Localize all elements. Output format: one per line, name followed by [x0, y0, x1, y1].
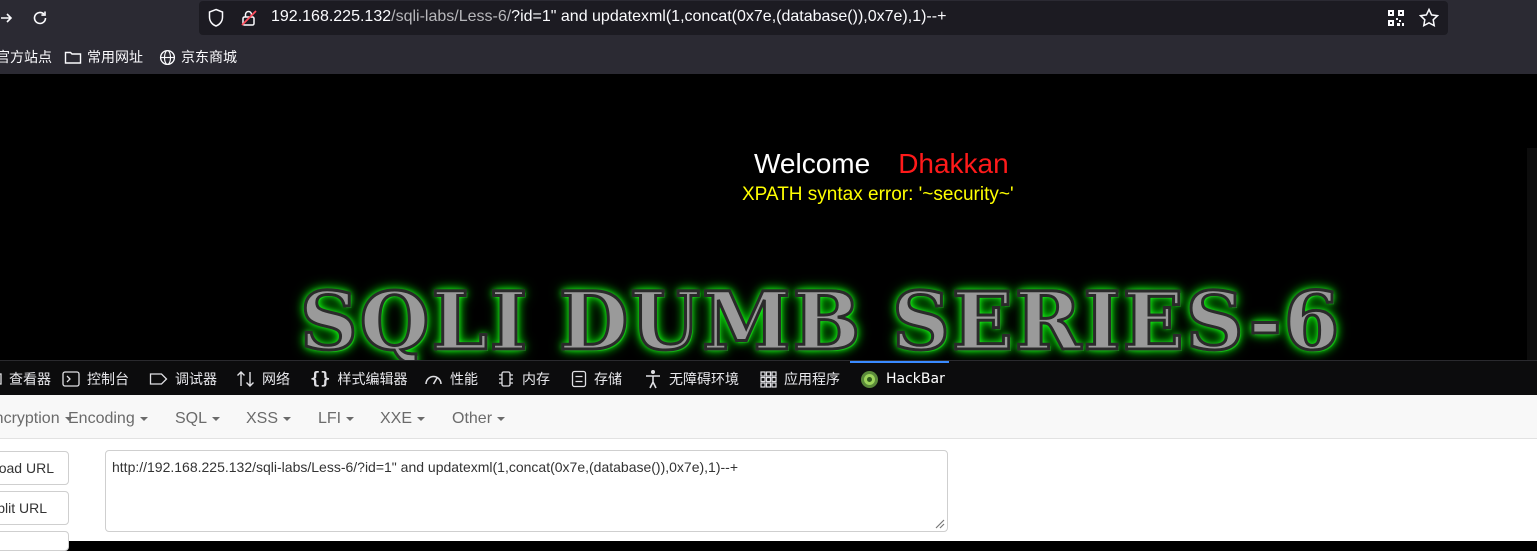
url-path: /sqli-labs/Less-6/ [391, 8, 512, 25]
menu-other[interactable]: Other [452, 410, 506, 428]
hackbar-icon [860, 370, 879, 389]
menu-label: LFI [318, 410, 342, 427]
load-url-button[interactable]: Load URL [0, 451, 69, 485]
series-banner: SQLI DUMB SERIES-6 [298, 273, 1342, 361]
caret-down-icon [212, 416, 221, 421]
memory-icon [497, 370, 515, 388]
welcome-name: Dhakkan [898, 148, 1009, 179]
tab-label: 样式编辑器 [337, 372, 408, 388]
welcome-text: Welcome [754, 148, 871, 179]
caret-down-icon [497, 416, 506, 421]
button-label: Load URL [0, 460, 54, 476]
bookmark-common-urls[interactable]: 常用网址 [64, 47, 143, 67]
menu-xss[interactable]: XSS [246, 410, 292, 428]
folder-icon [64, 51, 82, 64]
bookmark-label: 常用网址 [87, 50, 143, 66]
tab-style-editor[interactable]: {} 样式编辑器 [310, 369, 407, 389]
page-scrollbar[interactable] [1527, 148, 1537, 360]
menu-encryption[interactable]: Encryption [0, 410, 73, 428]
network-icon [236, 370, 255, 388]
braces-icon: {} [310, 369, 331, 389]
qr-code-icon[interactable] [1387, 9, 1405, 32]
welcome-heading: Welcome Dhakkan [754, 148, 1009, 180]
tab-label: 性能 [450, 372, 478, 388]
tab-network[interactable]: 网络 [236, 369, 290, 389]
caret-down-icon [346, 416, 355, 421]
url-text[interactable]: 192.168.225.132/sqli-labs/Less-6/?id=1" … [271, 8, 946, 26]
tab-label: 应用程序 [784, 372, 840, 388]
page-content: Welcome Dhakkan XPATH syntax error: '~sec… [0, 74, 1537, 360]
tab-label: 查看器 [9, 372, 51, 388]
caret-down-icon [417, 416, 426, 421]
forward-icon[interactable] [0, 4, 20, 32]
tab-label: 存储 [594, 372, 622, 388]
menu-label: Encryption [0, 410, 60, 427]
url-host: 192.168.225.132 [271, 8, 392, 25]
caret-down-icon [283, 416, 292, 421]
menu-label: XSS [246, 410, 279, 427]
menu-label: XXE [380, 410, 413, 427]
resize-grip-icon[interactable] [933, 517, 945, 529]
url-query: ?id=1" and updatexml(1,concat(0x7e,(data… [511, 8, 947, 25]
split-url-button[interactable]: Split URL [0, 491, 69, 525]
tab-label: HackBar [886, 371, 945, 387]
tab-memory[interactable]: 内存 [497, 369, 550, 389]
globe-icon [159, 49, 176, 65]
menu-label: Encoding [68, 410, 135, 427]
tab-performance[interactable]: 性能 [424, 369, 478, 389]
tab-label: 内存 [522, 372, 550, 388]
url-textarea-value: http://192.168.225.132/sqli-labs/Less-6/… [112, 459, 739, 475]
bookmark-label: 官方站点 [0, 50, 52, 66]
devtools-tabbar: 查看器 控制台 调试器 网络 {} 样式编辑器 性能 内存 存储 无障碍环境 应… [0, 360, 1537, 396]
caret-down-icon [139, 416, 148, 421]
gauge-icon [424, 371, 443, 387]
active-tab-indicator [850, 361, 949, 363]
menu-lfi[interactable]: LFI [318, 410, 355, 428]
inspector-icon [0, 372, 2, 386]
tab-label: 控制台 [87, 372, 129, 388]
execute-button[interactable] [0, 531, 69, 551]
insecure-lock-icon[interactable] [239, 8, 259, 33]
debugger-icon [149, 372, 168, 386]
tab-accessibility[interactable]: 无障碍环境 [644, 369, 739, 389]
menu-xxe[interactable]: XXE [380, 410, 426, 428]
shield-icon[interactable] [207, 8, 225, 33]
reload-icon[interactable] [26, 4, 54, 32]
bookmark-jd-mall[interactable]: 京东商城 [159, 47, 237, 67]
tab-inspector[interactable]: 查看器 [0, 369, 51, 389]
browser-toolbar: 192.168.225.132/sqli-labs/Less-6/?id=1" … [0, 0, 1537, 74]
console-icon [62, 371, 80, 387]
storage-icon [571, 370, 587, 388]
address-bar[interactable]: 192.168.225.132/sqli-labs/Less-6/?id=1" … [199, 1, 1448, 35]
url-textarea[interactable]: http://192.168.225.132/sqli-labs/Less-6/… [105, 450, 948, 532]
menu-sql[interactable]: SQL [175, 410, 221, 428]
accessibility-icon [644, 369, 662, 389]
menu-encoding[interactable]: Encoding [68, 410, 148, 428]
button-label: Split URL [0, 500, 47, 516]
tab-label: 调试器 [175, 372, 217, 388]
bookmark-star-icon[interactable] [1418, 7, 1440, 34]
tab-hackbar[interactable]: HackBar [860, 369, 945, 389]
bookmark-label: 京东商城 [181, 50, 237, 66]
tab-label: 无障碍环境 [669, 372, 739, 388]
menu-label: SQL [175, 410, 208, 427]
tab-storage[interactable]: 存储 [571, 369, 622, 389]
hackbar-panel: Load URL Split URL http://192.168.225.13… [0, 439, 1537, 551]
tab-application[interactable]: 应用程序 [760, 369, 840, 389]
hackbar-menu: Encryption Encoding SQL XSS LFI XXE Othe… [0, 395, 1537, 439]
xpath-error-message: XPATH syntax error: '~security~' [742, 184, 1014, 205]
bookmark-official-site[interactable]: 官方站点 [0, 47, 52, 67]
menu-label: Other [452, 410, 493, 427]
tab-console[interactable]: 控制台 [62, 369, 129, 389]
grid-icon [760, 370, 777, 388]
tab-label: 网络 [262, 372, 290, 388]
tab-debugger[interactable]: 调试器 [149, 369, 217, 389]
